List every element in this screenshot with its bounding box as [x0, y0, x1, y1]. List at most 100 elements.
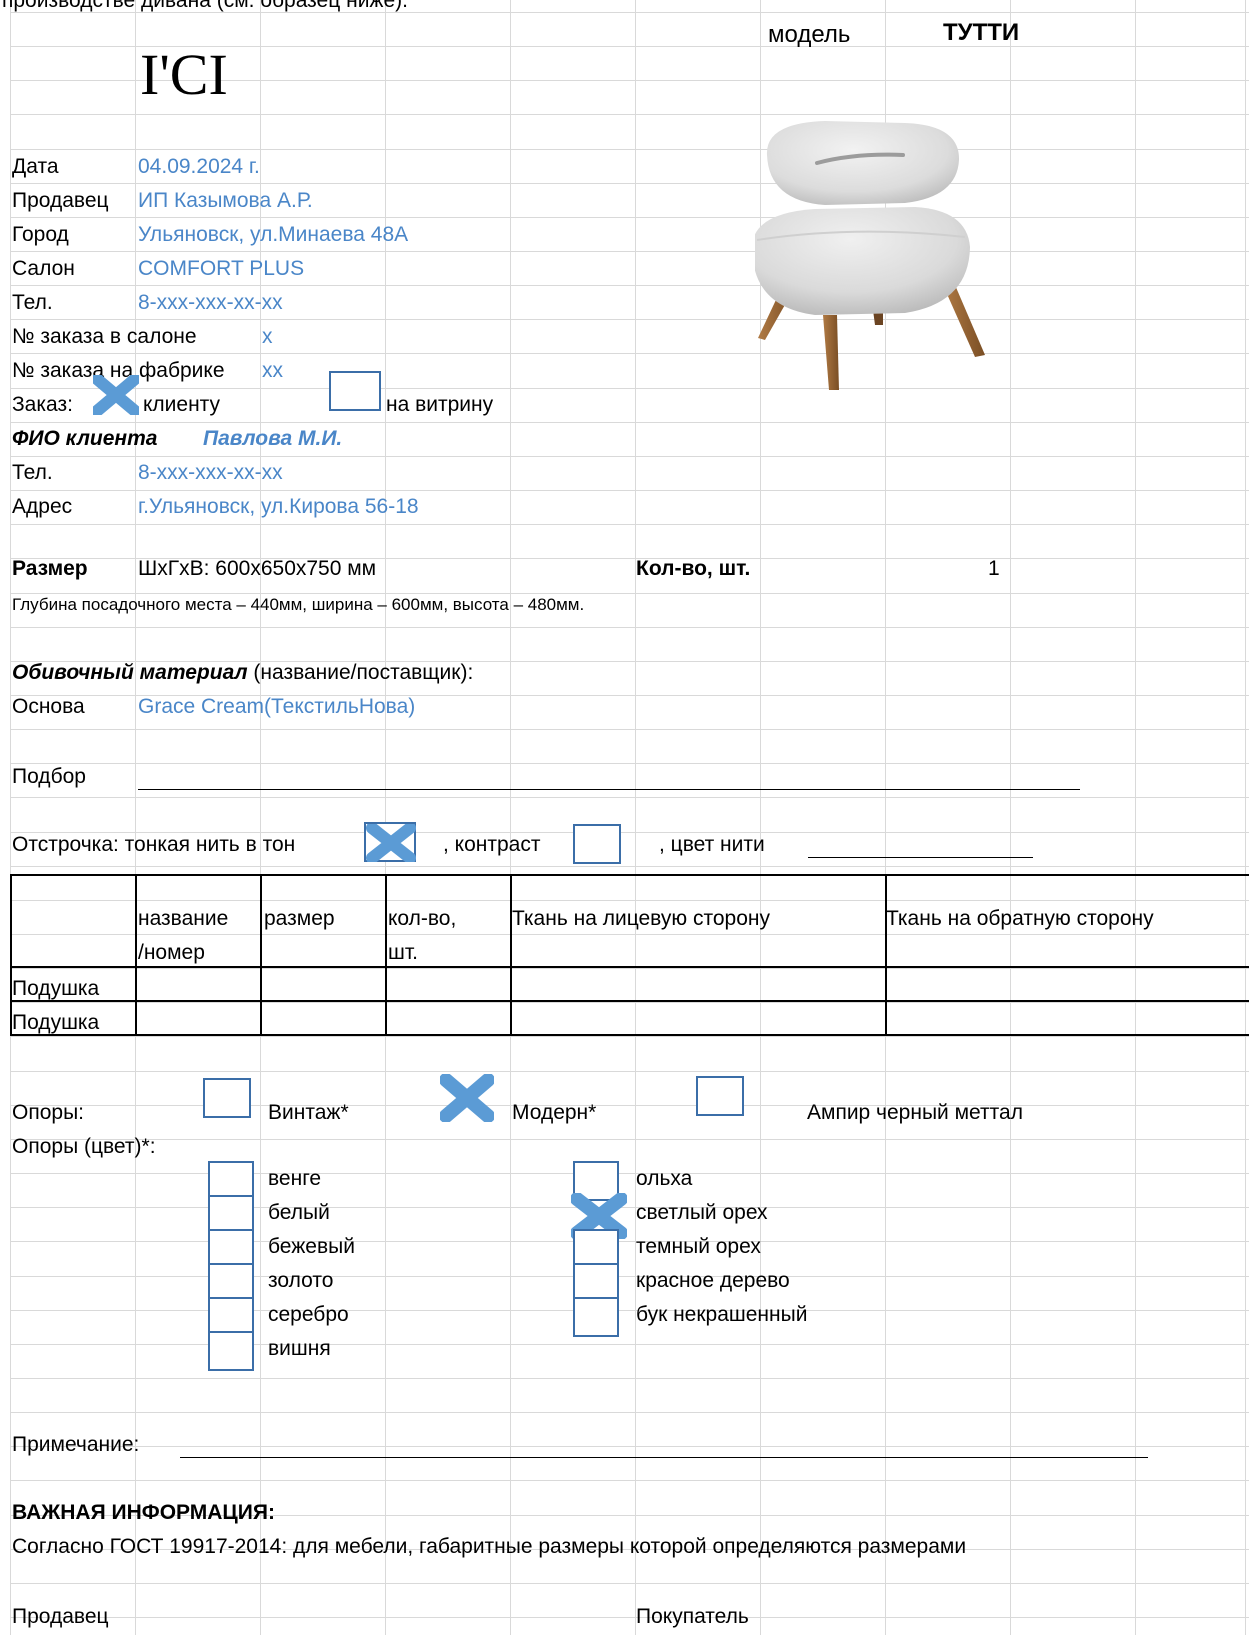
seller-value[interactable]: ИП Казымова А.Р. — [138, 188, 313, 214]
seat-info: Глубина посадочного места – 440мм, ширин… — [12, 595, 585, 614]
model-label: модель — [768, 21, 851, 48]
factory-order-value[interactable]: xx — [262, 358, 283, 384]
seller-label-cell: Продавец — [12, 188, 137, 218]
notes-label: Примечание: — [12, 1433, 140, 1456]
pillows-header-qty-1: кол-во, — [388, 907, 457, 930]
important-title: ВАЖНАЯ ИНФОРМАЦИЯ: — [12, 1501, 275, 1524]
leg-color-right-label: светлый орех — [636, 1201, 768, 1224]
table-border — [10, 966, 1249, 968]
table-border — [10, 1000, 1249, 1002]
table-border — [135, 874, 137, 1035]
order-showcase-checkbox[interactable] — [329, 371, 381, 411]
stitching-label: Отстрочка: тонкая нить в тон — [12, 833, 296, 856]
salon-label: Салон — [12, 257, 75, 280]
city-label: Город — [12, 223, 69, 246]
pillows-header-front-fabric: Ткань на лицевую сторону — [512, 907, 770, 930]
client-address-value[interactable]: г.Ульяновск, ул.Кирова 56-18 — [138, 494, 419, 520]
client-phone-value[interactable]: 8-xxx-xxx-xx-xx — [138, 460, 283, 486]
order-client-label: клиенту — [143, 393, 221, 416]
company-logo: I'CI — [140, 42, 228, 107]
notes-line[interactable] — [180, 1457, 1148, 1458]
armchair-image — [755, 121, 985, 390]
leg-color-left-label: белый — [268, 1201, 330, 1224]
fabric-match-label: Подбор — [12, 765, 86, 788]
salon-value[interactable]: COMFORT PLUS — [138, 256, 304, 282]
legs-color-label: Опоры (цвет)*: — [12, 1135, 156, 1158]
salon-order-label: № заказа в салоне — [12, 325, 197, 348]
pillow-row-label: Подушка — [12, 977, 100, 1000]
upholstery-title-note: (название/поставщик): — [247, 661, 474, 684]
thread-color-line[interactable] — [808, 857, 1033, 858]
legs-modern-checkbox[interactable] — [440, 1074, 494, 1122]
legs-ampir-checkbox[interactable] — [696, 1076, 744, 1116]
date-value[interactable]: 04.09.2024 г. — [138, 154, 260, 180]
order-showcase-label: на витрину — [386, 393, 494, 416]
stitching-label-cell: Отстрочка: тонкая нить в тон — [12, 832, 362, 862]
client-address-label: Адрес — [12, 495, 73, 518]
phone-value[interactable]: 8-xxx-xxx-xx-xx — [138, 290, 283, 316]
leg-color-right-label: темный орех — [636, 1235, 761, 1258]
chair-leg — [823, 315, 839, 390]
chair-seat — [755, 207, 970, 315]
date-label: Дата — [12, 155, 59, 178]
client-phone-label: Тел. — [12, 461, 53, 484]
upholstery-title: Обивочный материал — [12, 661, 248, 684]
city-value[interactable]: Ульяновск, ул.Минаева 48А — [138, 222, 408, 248]
leg-color-right-label: красное дерево — [636, 1269, 790, 1292]
check-x-icon — [93, 375, 139, 415]
client-name-value[interactable]: Павлова М.И. — [203, 426, 342, 452]
check-x-icon — [440, 1074, 494, 1122]
footer-seller: Продавец — [12, 1605, 109, 1628]
stitch-tone-checkbox[interactable] — [364, 822, 416, 862]
legs-label: Опоры: — [12, 1101, 84, 1124]
table-border — [385, 874, 387, 1035]
table-border — [10, 1034, 1249, 1036]
table-border — [510, 874, 512, 1035]
phone-label: Тел. — [12, 291, 53, 314]
quantity-label: Кол-во, шт. — [636, 557, 751, 580]
table-border — [885, 874, 887, 1035]
leg-color-left-label: серебро — [268, 1303, 349, 1326]
intro-text: производстве дивана (см. образец ниже). — [2, 0, 408, 12]
salon-order-value[interactable]: x — [262, 324, 273, 350]
stitch-contrast-checkbox[interactable] — [573, 824, 621, 864]
upholstery-title-row: Обивочный материал (название/поставщик): — [12, 660, 473, 686]
leg-color-right-checkbox[interactable] — [573, 1297, 619, 1337]
pillows-header-qty-2: шт. — [388, 941, 418, 964]
table-border — [10, 874, 1249, 876]
leg-color-left-label: золото — [268, 1269, 334, 1292]
client-name-label: ФИО клиента — [12, 427, 158, 450]
seller-label: Продавец — [12, 189, 109, 212]
table-border — [260, 874, 262, 1035]
size-label: Размер — [12, 557, 88, 580]
leg-color-left-label: вишня — [268, 1337, 331, 1360]
leg-color-right-label: ольха — [636, 1167, 693, 1190]
order-client-checkbox[interactable] — [93, 375, 139, 415]
leg-color-left-checkbox[interactable] — [208, 1331, 254, 1371]
footer-buyer: Покупатель — [636, 1605, 749, 1628]
leg-color-left-label: венге — [268, 1167, 322, 1190]
stitch-contrast-label: , контраст — [443, 833, 541, 856]
model-name: ТУТТИ — [943, 19, 1020, 46]
legs-vintage-label: Винтаж* — [268, 1101, 349, 1124]
chair-leg — [943, 285, 985, 357]
legs-vintage-checkbox[interactable] — [203, 1078, 251, 1118]
leg-color-left-label: бежевый — [268, 1235, 355, 1258]
pillow-row-label: Подушка — [12, 1011, 100, 1034]
legs-modern-label: Модерн* — [512, 1101, 597, 1124]
quantity-value[interactable]: 1 — [988, 556, 1000, 582]
leg-color-right-label: бук некрашенный — [636, 1303, 808, 1326]
size-value[interactable]: ШхГхВ: 600х650х750 мм — [138, 556, 376, 582]
pillows-header-name-2: /номер — [138, 941, 205, 964]
order-form-sheet: производстве дивана (см. образец ниже). … — [0, 0, 1249, 1635]
base-fabric-value[interactable]: Grace Cream(ТекстильНова) — [138, 694, 415, 720]
thread-color-label: , цвет нити — [659, 833, 765, 856]
pillows-header-name-1: название — [138, 907, 229, 930]
base-fabric-label: Основа — [12, 695, 85, 718]
important-text: Согласно ГОСТ 19917-2014: для мебели, га… — [12, 1535, 967, 1558]
order-for-label: Заказ: — [12, 393, 73, 416]
pillows-header-back-fabric: Ткань на обратную сторону — [886, 907, 1154, 930]
pillows-header-size: размер — [264, 907, 335, 930]
chair-backrest — [766, 121, 960, 205]
fabric-match-line[interactable] — [138, 789, 1080, 790]
